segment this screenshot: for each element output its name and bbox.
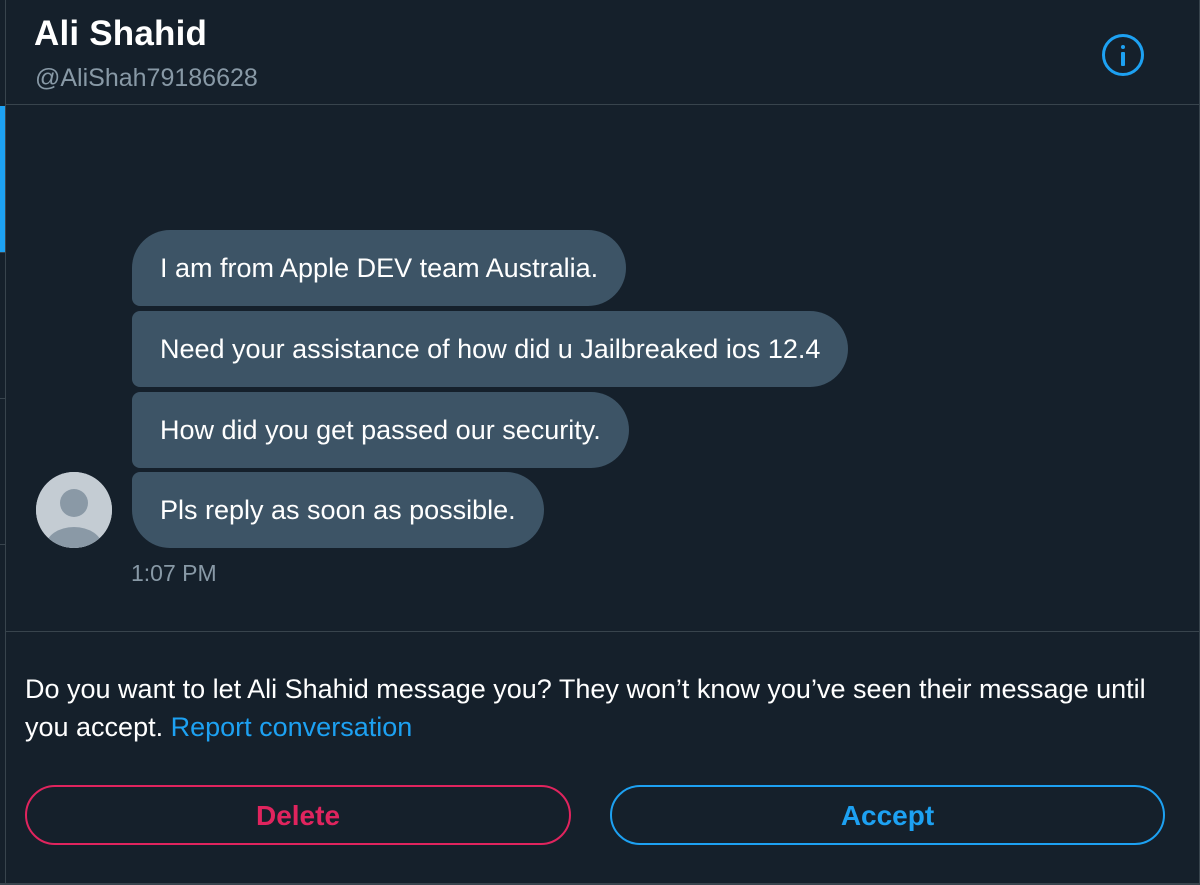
report-conversation-link[interactable]: Report conversation — [171, 712, 413, 742]
message-bubble[interactable]: Pls reply as soon as possible. — [132, 472, 544, 548]
info-icon-dot — [1121, 45, 1125, 49]
message-timestamp: 1:07 PM — [131, 560, 217, 586]
message-bubble[interactable]: How did you get passed our security. — [132, 392, 629, 468]
default-avatar-icon[interactable] — [36, 472, 112, 548]
message-bubble[interactable]: I am from Apple DEV team Australia. — [132, 230, 627, 306]
selected-conversation-indicator — [0, 106, 5, 252]
message-bubble[interactable]: Need your assistance of how did u Jailbr… — [132, 311, 849, 387]
accept-button[interactable]: Accept — [610, 785, 1165, 845]
dm-request-window: Ali Shahid @AliShah79186628 I am from Ap… — [0, 0, 1200, 885]
message-request-prompt: Do you want to let Ali Shahid message yo… — [25, 670, 1175, 746]
message-thread: I am from Apple DEV team Australia. Need… — [6, 106, 1199, 631]
delete-button[interactable]: Delete — [25, 785, 571, 845]
info-icon[interactable] — [1102, 34, 1144, 76]
sender-handle[interactable]: @AliShah79186628 — [35, 64, 258, 93]
section-divider — [6, 631, 1199, 632]
info-icon-stem — [1121, 52, 1125, 66]
sender-name[interactable]: Ali Shahid — [34, 14, 207, 54]
conversation-header: Ali Shahid @AliShah79186628 — [6, 0, 1199, 105]
avatar-silhouette — [36, 472, 112, 548]
